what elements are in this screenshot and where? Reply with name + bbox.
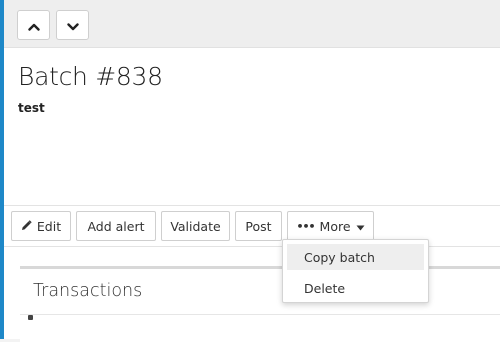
menu-item-delete[interactable]: Delete: [287, 275, 424, 301]
batch-description: test: [18, 101, 45, 115]
next-button[interactable]: [56, 10, 89, 40]
post-button[interactable]: Post: [235, 211, 282, 241]
more-button-label: More: [319, 218, 351, 234]
validate-button[interactable]: Validate: [161, 211, 230, 241]
more-menu-dropdown: Copy batch Delete: [282, 239, 429, 303]
ellipsis-icon: •••: [296, 219, 315, 233]
edit-button-label: Edit: [36, 218, 62, 234]
page-title: Batch #838: [18, 62, 163, 91]
post-button-label: Post: [245, 218, 272, 234]
menu-item-copy-batch[interactable]: Copy batch: [287, 244, 424, 270]
validate-button-label: Validate: [170, 218, 221, 234]
caret-down-icon: [356, 219, 365, 234]
edit-button[interactable]: Edit: [11, 211, 71, 241]
chevron-up-icon: [27, 16, 40, 35]
add-alert-button-label: Add alert: [87, 218, 145, 234]
previous-button[interactable]: [17, 10, 50, 40]
batch-header-panel: Batch #838 test: [4, 48, 500, 205]
pencil-icon: [21, 219, 32, 234]
bullet-icon: [28, 315, 33, 320]
menu-item-label: Delete: [304, 280, 346, 296]
chevron-down-icon: [66, 16, 79, 35]
add-alert-button[interactable]: Add alert: [76, 211, 156, 241]
section-divider: [20, 314, 500, 315]
more-button[interactable]: ••• More: [287, 211, 374, 241]
menu-item-label: Copy batch: [304, 249, 375, 265]
top-navigation-bar: [4, 0, 500, 48]
section-title: Transactions: [33, 281, 143, 301]
